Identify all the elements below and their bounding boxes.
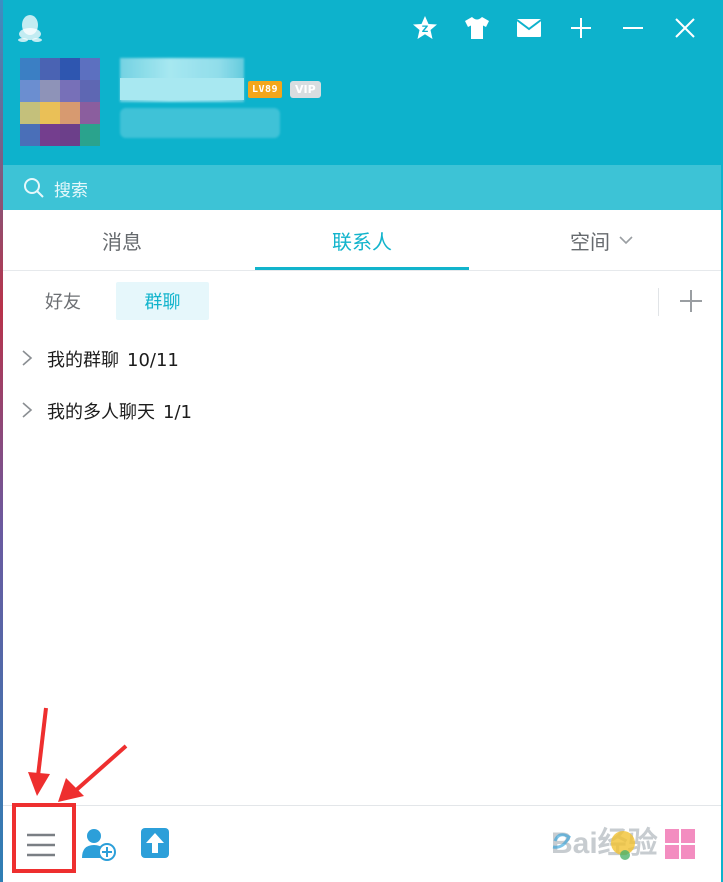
close-icon <box>675 18 695 38</box>
avatar[interactable] <box>20 58 100 146</box>
chevron-right-icon <box>22 350 33 366</box>
level-badge[interactable]: LV89 <box>248 81 283 98</box>
subtab-friends-label: 好友 <box>45 292 81 313</box>
star-icon: Z <box>413 16 437 39</box>
tab-messages[interactable]: 消息 <box>3 210 241 270</box>
annotation-arrow-diagonal <box>58 744 128 802</box>
subtab-groups-label: 群聊 <box>144 292 181 313</box>
contact-subtabs: 好友 群聊 <box>3 270 721 330</box>
close-button[interactable] <box>659 8 711 48</box>
vip-badge[interactable]: VIP <box>290 81 321 98</box>
subtab-divider <box>658 288 659 316</box>
signature-blurred[interactable] <box>120 108 280 138</box>
search-placeholder: 搜索 <box>54 181 88 201</box>
minimize-button[interactable] <box>607 8 659 48</box>
svg-text:Z: Z <box>422 25 429 35</box>
tab-space-label: 空间 <box>570 229 610 254</box>
tab-contacts[interactable]: 联系人 <box>255 210 469 270</box>
group-multi-chat[interactable]: 我的多人聊天 1/1 <box>3 390 721 430</box>
qq-penguin-icon[interactable] <box>17 14 43 42</box>
profile-header: Z LV89 VIP <box>3 0 721 165</box>
group-count: 1/1 <box>163 402 192 423</box>
header-toolbar: Z <box>399 8 711 48</box>
chevron-right-icon <box>22 402 33 418</box>
favorites-button[interactable]: Z <box>399 8 451 48</box>
add-group-button[interactable] <box>677 286 705 316</box>
tab-contacts-label: 联系人 <box>332 229 392 254</box>
annotation-arrow-down <box>28 707 50 796</box>
plus-icon <box>571 18 591 38</box>
subtab-groups[interactable]: 群聊 <box>116 282 209 320</box>
tab-messages-label: 消息 <box>102 229 142 254</box>
nickname-bar <box>120 78 244 100</box>
search-bar[interactable]: 搜索 <box>3 165 721 210</box>
main-tabs: 消息 联系人 空间 <box>3 210 721 271</box>
group-count: 10/11 <box>127 350 179 371</box>
mail-button[interactable] <box>503 8 555 48</box>
qq-main-window: Z LV89 VIP 搜索 消息 联系人 空间 好友 群聊 我的群聊 10/11… <box>0 0 723 882</box>
bottom-toolbar <box>3 805 721 882</box>
group-label: 我的群聊 10/11 <box>47 346 179 372</box>
chevron-down-icon <box>619 236 633 245</box>
shirt-icon <box>465 17 489 39</box>
tab-space[interactable]: 空间 <box>483 210 721 270</box>
subtab-friends[interactable]: 好友 <box>27 282 99 320</box>
menu-icon[interactable] <box>25 830 57 860</box>
upload-icon[interactable] <box>139 826 171 860</box>
search-icon <box>24 178 44 198</box>
minimize-icon <box>623 27 643 29</box>
group-my-groups[interactable]: 我的群聊 10/11 <box>3 338 721 378</box>
group-label: 我的多人聊天 1/1 <box>47 398 192 424</box>
group-name: 我的群聊 <box>47 350 119 371</box>
skin-button[interactable] <box>451 8 503 48</box>
mail-icon <box>516 19 542 37</box>
add-button[interactable] <box>555 8 607 48</box>
add-contact-icon[interactable] <box>81 826 117 862</box>
group-name: 我的多人聊天 <box>47 402 155 423</box>
